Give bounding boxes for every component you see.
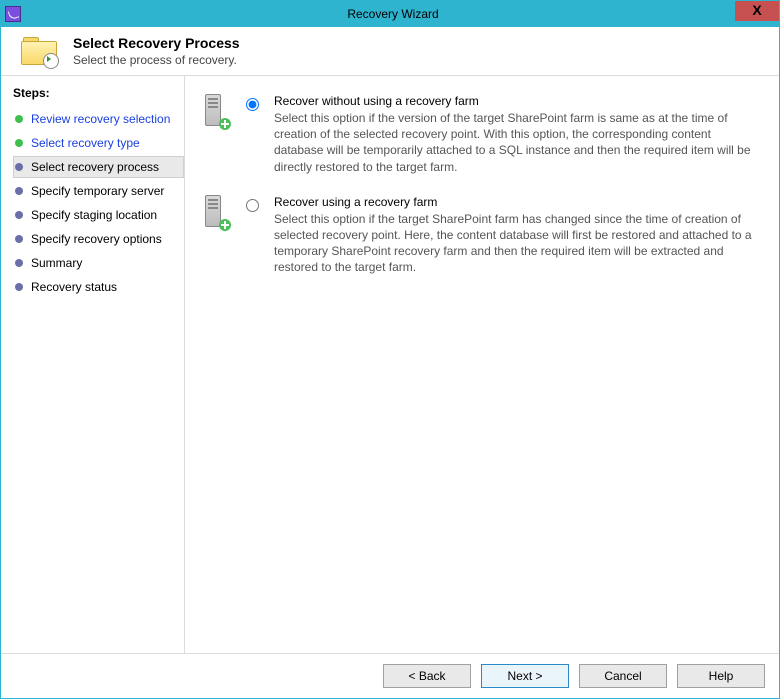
step-summary[interactable]: Summary — [13, 252, 184, 274]
titlebar: Recovery Wizard X — [1, 1, 779, 27]
option-label[interactable]: Recover without using a recovery farm — [274, 94, 479, 108]
step-label: Recovery status — [31, 280, 117, 294]
option-label[interactable]: Recover using a recovery farm — [274, 195, 437, 209]
steps-sidebar: Steps: Review recovery selection Select … — [1, 76, 185, 653]
page-header-text: Select Recovery Process Select the proce… — [73, 35, 240, 67]
close-button[interactable]: X — [735, 1, 779, 21]
wizard-body: Steps: Review recovery selection Select … — [1, 76, 779, 653]
steps-heading: Steps: — [13, 86, 184, 100]
cancel-button[interactable]: Cancel — [579, 664, 667, 688]
recovery-wizard-window: Recovery Wizard X Select Recovery Proces… — [0, 0, 780, 699]
steps-list: Review recovery selection Select recover… — [13, 108, 184, 298]
window-title: Recovery Wizard — [27, 7, 779, 21]
next-button[interactable]: Next > — [481, 664, 569, 688]
help-button[interactable]: Help — [677, 664, 765, 688]
step-label: Select recovery process — [31, 160, 159, 174]
step-bullet-icon — [15, 115, 23, 123]
step-recovery-status[interactable]: Recovery status — [13, 276, 184, 298]
server-icon — [201, 94, 229, 128]
server-icon — [201, 195, 229, 229]
step-label: Specify temporary server — [31, 184, 164, 198]
step-select-recovery-type[interactable]: Select recovery type — [13, 132, 184, 154]
back-button[interactable]: < Back — [383, 664, 471, 688]
step-label: Summary — [31, 256, 82, 270]
step-bullet-icon — [15, 235, 23, 243]
radio-recover-without-farm[interactable] — [246, 98, 259, 111]
wizard-footer: < Back Next > Cancel Help — [1, 653, 779, 698]
app-icon — [5, 6, 21, 22]
step-label: Specify staging location — [31, 208, 157, 222]
step-bullet-icon — [15, 139, 23, 147]
step-label: Review recovery selection — [31, 112, 170, 126]
option-description: Select this option if the version of the… — [274, 110, 759, 175]
page-header: Select Recovery Process Select the proce… — [1, 27, 779, 76]
step-bullet-icon — [15, 259, 23, 267]
step-label: Select recovery type — [31, 136, 140, 150]
step-bullet-icon — [15, 187, 23, 195]
option-recover-without-farm: Recover without using a recovery farm Se… — [201, 94, 759, 175]
step-specify-temporary-server[interactable]: Specify temporary server — [13, 180, 184, 202]
page-title: Select Recovery Process — [73, 35, 240, 51]
step-bullet-icon — [15, 211, 23, 219]
page-subtitle: Select the process of recovery. — [73, 53, 240, 67]
content-area: Recover without using a recovery farm Se… — [185, 76, 779, 653]
step-bullet-icon — [15, 163, 23, 171]
step-review-recovery-selection[interactable]: Review recovery selection — [13, 108, 184, 130]
option-recover-using-farm: Recover using a recovery farm Select thi… — [201, 195, 759, 276]
step-select-recovery-process[interactable]: Select recovery process — [13, 156, 184, 178]
step-specify-staging-location[interactable]: Specify staging location — [13, 204, 184, 226]
radio-recover-using-farm[interactable] — [246, 199, 259, 212]
folder-recovery-icon — [21, 37, 55, 65]
step-bullet-icon — [15, 283, 23, 291]
step-specify-recovery-options[interactable]: Specify recovery options — [13, 228, 184, 250]
option-description: Select this option if the target SharePo… — [274, 211, 759, 276]
step-label: Specify recovery options — [31, 232, 162, 246]
